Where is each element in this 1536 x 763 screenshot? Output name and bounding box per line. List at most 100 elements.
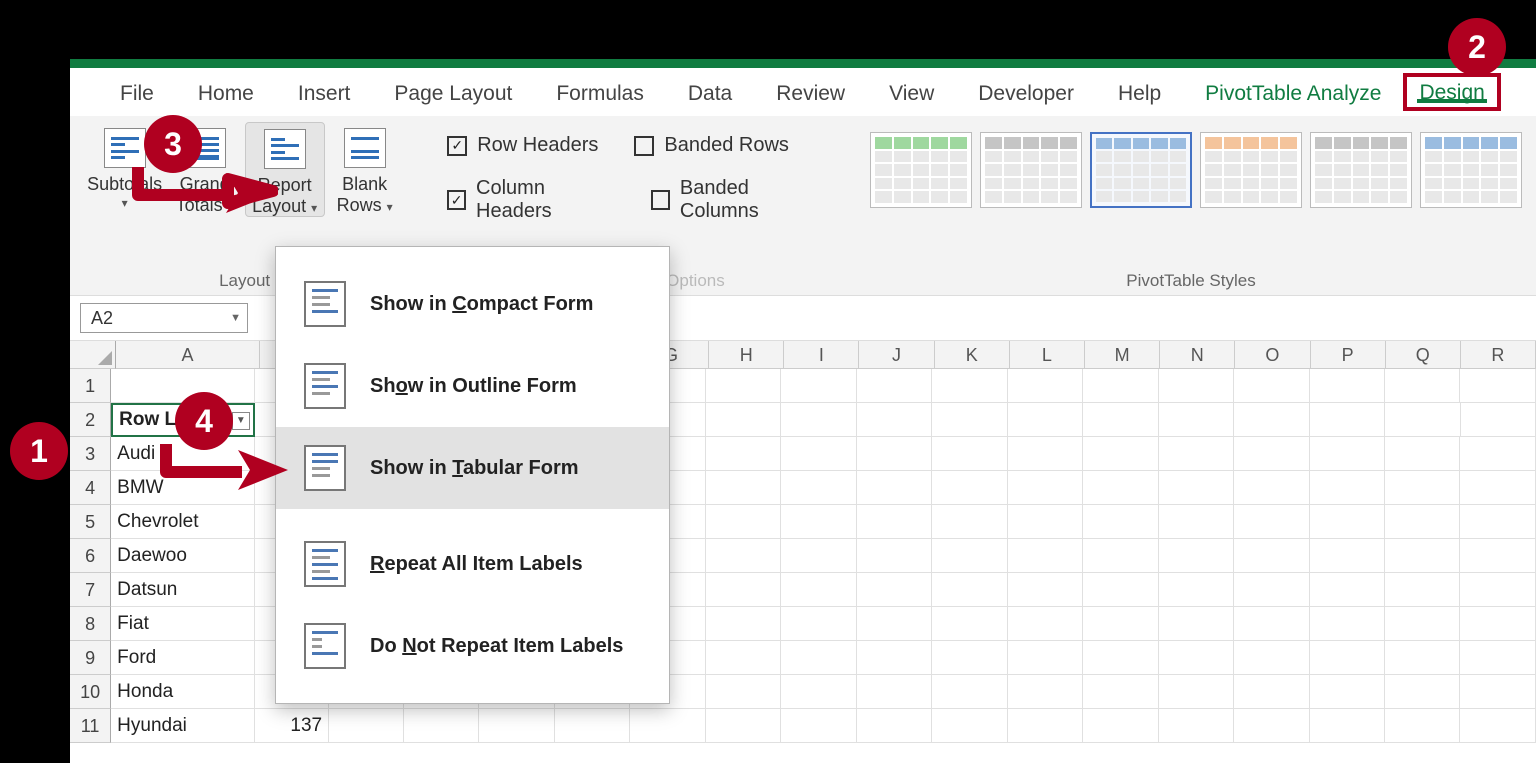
cell-O8[interactable] xyxy=(1234,607,1309,641)
menu-item-outline[interactable]: Show in Outline Form xyxy=(276,345,669,427)
pivot-filter-dropdown[interactable]: ▼ xyxy=(232,412,250,430)
cell-L5[interactable] xyxy=(1008,505,1083,539)
cell-N11[interactable] xyxy=(1159,709,1234,743)
cell-H3[interactable] xyxy=(706,437,781,471)
cell-P5[interactable] xyxy=(1310,505,1385,539)
column-header-O[interactable]: O xyxy=(1235,341,1310,369)
cell-N9[interactable] xyxy=(1159,641,1234,675)
cell-N1[interactable] xyxy=(1159,369,1234,403)
column-header-H[interactable]: H xyxy=(709,341,784,369)
tab-help[interactable]: Help xyxy=(1096,74,1183,110)
cell-M5[interactable] xyxy=(1083,505,1158,539)
tab-design[interactable]: Design xyxy=(1403,73,1500,111)
cell-Q2[interactable] xyxy=(1385,403,1460,437)
style-thumb-5[interactable] xyxy=(1310,132,1412,208)
cell-L3[interactable] xyxy=(1008,437,1083,471)
menu-item-tabular[interactable]: Show in Tabular Form xyxy=(276,427,669,509)
cell-I1[interactable] xyxy=(781,369,856,403)
cell-I4[interactable] xyxy=(781,471,856,505)
cell-c11[interactable] xyxy=(329,709,404,743)
cell-R8[interactable] xyxy=(1460,607,1535,641)
cell-I10[interactable] xyxy=(781,675,856,709)
cell-O5[interactable] xyxy=(1234,505,1309,539)
cell-M1[interactable] xyxy=(1083,369,1158,403)
cell-H6[interactable] xyxy=(706,539,781,573)
style-thumb-6[interactable] xyxy=(1420,132,1522,208)
cell-M10[interactable] xyxy=(1083,675,1158,709)
row-header-1[interactable]: 1 xyxy=(70,369,111,403)
cell-J10[interactable] xyxy=(857,675,932,709)
cell-K6[interactable] xyxy=(932,539,1007,573)
cell-R2[interactable] xyxy=(1461,403,1536,437)
cell-P3[interactable] xyxy=(1310,437,1385,471)
select-all-corner[interactable] xyxy=(70,341,116,369)
cell-I9[interactable] xyxy=(781,641,856,675)
cell-a10[interactable]: Honda xyxy=(111,675,254,709)
cell-J9[interactable] xyxy=(857,641,932,675)
cell-H7[interactable] xyxy=(706,573,781,607)
menu-item-compact[interactable]: Show in Compact Form xyxy=(276,263,669,345)
column-headers-checkbox[interactable]: ✓ Column Headers xyxy=(447,177,615,223)
cell-Q7[interactable] xyxy=(1385,573,1460,607)
cell-O10[interactable] xyxy=(1234,675,1309,709)
row-header-11[interactable]: 11 xyxy=(70,709,111,743)
tab-developer[interactable]: Developer xyxy=(956,74,1096,110)
cell-J3[interactable] xyxy=(857,437,932,471)
column-header-A[interactable]: A xyxy=(116,341,260,369)
style-thumb-2[interactable] xyxy=(980,132,1082,208)
cell-Q11[interactable] xyxy=(1385,709,1460,743)
cell-Q9[interactable] xyxy=(1385,641,1460,675)
cell-I6[interactable] xyxy=(781,539,856,573)
cell-K3[interactable] xyxy=(932,437,1007,471)
row-header-9[interactable]: 9 xyxy=(70,641,111,675)
cell-H4[interactable] xyxy=(706,471,781,505)
cell-L9[interactable] xyxy=(1008,641,1083,675)
column-header-K[interactable]: K xyxy=(935,341,1010,369)
cell-M7[interactable] xyxy=(1083,573,1158,607)
blank-rows-button[interactable]: Blank Rows ▾ xyxy=(325,122,405,215)
column-header-Q[interactable]: Q xyxy=(1386,341,1461,369)
cell-a8[interactable]: Fiat xyxy=(111,607,254,641)
cell-H9[interactable] xyxy=(706,641,781,675)
cell-J4[interactable] xyxy=(857,471,932,505)
tab-view[interactable]: View xyxy=(867,74,956,110)
cell-H8[interactable] xyxy=(706,607,781,641)
tab-insert[interactable]: Insert xyxy=(276,74,373,110)
cell-N8[interactable] xyxy=(1159,607,1234,641)
cell-a5[interactable]: Chevrolet xyxy=(111,505,254,539)
cell-R11[interactable] xyxy=(1460,709,1535,743)
cell-I8[interactable] xyxy=(781,607,856,641)
cell-M9[interactable] xyxy=(1083,641,1158,675)
cell-E11[interactable] xyxy=(479,709,554,743)
cell-P2[interactable] xyxy=(1310,403,1385,437)
menu-item-repeat[interactable]: Repeat All Item Labels xyxy=(276,523,669,605)
cell-M6[interactable] xyxy=(1083,539,1158,573)
cell-O3[interactable] xyxy=(1234,437,1309,471)
cell-R3[interactable] xyxy=(1460,437,1535,471)
cell-H5[interactable] xyxy=(706,505,781,539)
row-header-5[interactable]: 5 xyxy=(70,505,111,539)
cell-O9[interactable] xyxy=(1234,641,1309,675)
cell-P6[interactable] xyxy=(1310,539,1385,573)
cell-I5[interactable] xyxy=(781,505,856,539)
cell-O1[interactable] xyxy=(1234,369,1309,403)
row-header-8[interactable]: 8 xyxy=(70,607,111,641)
cell-N6[interactable] xyxy=(1159,539,1234,573)
cell-I11[interactable] xyxy=(781,709,856,743)
style-thumb-4[interactable] xyxy=(1200,132,1302,208)
cell-O2[interactable] xyxy=(1234,403,1309,437)
cell-K2[interactable] xyxy=(932,403,1007,437)
cell-Q5[interactable] xyxy=(1385,505,1460,539)
cell-Q3[interactable] xyxy=(1385,437,1460,471)
cell-L11[interactable] xyxy=(1008,709,1083,743)
cell-a1[interactable] xyxy=(111,369,254,403)
cell-L4[interactable] xyxy=(1008,471,1083,505)
cell-H11[interactable] xyxy=(706,709,781,743)
cell-R9[interactable] xyxy=(1460,641,1535,675)
cell-I7[interactable] xyxy=(781,573,856,607)
cell-M3[interactable] xyxy=(1083,437,1158,471)
tab-pivottable-analyze[interactable]: PivotTable Analyze xyxy=(1183,74,1403,110)
cell-P10[interactable] xyxy=(1310,675,1385,709)
cell-F11[interactable] xyxy=(555,709,630,743)
cell-R10[interactable] xyxy=(1460,675,1535,709)
